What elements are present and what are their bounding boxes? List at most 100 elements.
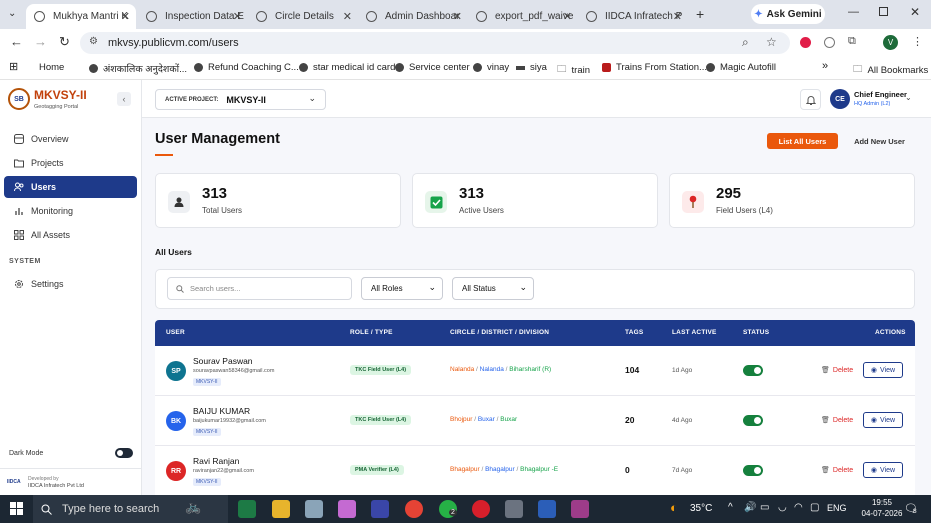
logo-subtitle: Geotagging Portal — [34, 104, 79, 110]
clock-date[interactable]: 04-07-2026 — [852, 509, 912, 518]
status-toggle[interactable] — [743, 415, 763, 426]
close-icon[interactable]: ✕ — [233, 10, 242, 23]
bookmark-item[interactable]: Home — [39, 62, 64, 73]
sidebar-item-settings[interactable]: Settings — [4, 273, 137, 295]
bookmark-item[interactable]: star medical id card — [299, 62, 395, 73]
user-card-icon — [168, 191, 190, 213]
wifi-icon[interactable]: ◠ — [794, 502, 803, 513]
excel-icon[interactable] — [238, 500, 256, 518]
user-name[interactable]: Chief Engineer — [854, 90, 907, 99]
settings-app-icon[interactable] — [505, 500, 523, 518]
notification-count-badge: 8 — [913, 508, 917, 515]
tab-circle-details[interactable]: Circle Details ✕ — [248, 4, 358, 29]
word-icon[interactable] — [538, 500, 556, 518]
all-bookmarks-button[interactable]: 🗀 All Bookmarks — [853, 62, 928, 78]
menu-kebab-icon[interactable]: ⋮ — [912, 35, 923, 48]
reload-icon[interactable]: ↻ — [59, 34, 70, 50]
sidebar-item-users[interactable]: Users — [4, 176, 137, 198]
bookmarks-overflow-icon[interactable]: » — [822, 60, 828, 72]
extensions-puzzle-icon[interactable]: ⧉ — [848, 35, 856, 48]
opera-icon[interactable] — [472, 500, 490, 518]
display-icon[interactable]: ▢ — [810, 502, 819, 513]
sidebar-item-overview[interactable]: Overview — [4, 128, 137, 150]
network-icon[interactable]: ◡ — [778, 502, 787, 513]
delete-button[interactable]: 🗑 Delete — [821, 366, 853, 375]
taskbar-search-box[interactable]: Type here to search 🚲 — [33, 495, 228, 523]
dark-mode-toggle[interactable] — [115, 448, 133, 458]
file-explorer-icon[interactable] — [272, 500, 290, 518]
tab-inspection-data[interactable]: Inspection Data E ✕ — [138, 4, 248, 29]
roles-filter-select[interactable]: All Roles ⌄ — [361, 277, 443, 300]
temperature-text[interactable]: 35°C — [690, 503, 712, 514]
language-indicator[interactable]: ENG — [827, 503, 847, 513]
users-icon — [14, 182, 24, 192]
close-icon[interactable]: ✕ — [673, 10, 682, 23]
eye-icon: ◉ — [870, 417, 878, 424]
delete-button[interactable]: 🗑 Delete — [821, 416, 853, 425]
view-button[interactable]: ◉ View — [863, 362, 903, 378]
new-tab-icon[interactable]: + — [696, 6, 704, 22]
sidebar-item-all-assets[interactable]: All Assets — [4, 224, 137, 246]
windows-start-icon[interactable] — [10, 502, 23, 515]
status-toggle[interactable] — [743, 365, 763, 376]
bookmark-item[interactable]: vinay — [473, 62, 509, 73]
chrome-icon[interactable] — [405, 500, 423, 518]
list-all-users-button[interactable]: List All Users — [767, 133, 838, 149]
tab-admin-dashboard[interactable]: Admin Dashboar ✕ — [358, 4, 468, 29]
apps-grid-icon[interactable]: ⊞ — [9, 60, 18, 73]
close-icon[interactable]: ✕ — [453, 10, 462, 23]
bookmark-item[interactable]: अंशकालिक अनुदेशकों... — [89, 62, 187, 75]
winrar-icon[interactable] — [571, 500, 589, 518]
bookmark-item[interactable]: siya — [516, 62, 547, 73]
forward-icon[interactable]: → — [34, 34, 47, 49]
bookmark-item[interactable]: Service center — [395, 62, 470, 73]
url-input[interactable]: ⚙ mkvsy.publicvm.com/users ⌕ ☆ — [80, 32, 790, 54]
globe-icon[interactable] — [824, 37, 835, 48]
battery-icon[interactable]: ▭ — [760, 502, 769, 513]
tray-chevron-icon[interactable]: ^ — [728, 502, 733, 513]
district-name: Buxar — [477, 416, 495, 423]
minimize-icon[interactable]: — — [848, 6, 859, 18]
site-settings-icon[interactable]: ⚙ — [89, 36, 98, 47]
search-input[interactable]: Search users... — [167, 277, 352, 300]
sidebar-item-monitoring[interactable]: Monitoring — [4, 200, 137, 222]
close-icon[interactable]: ✕ — [121, 10, 130, 23]
tab-export-pdf[interactable]: export_pdf_waive ✕ — [468, 4, 578, 29]
user-menu-chevron-icon[interactable]: ⌄ — [905, 93, 912, 102]
extension-shield-icon[interactable] — [800, 37, 811, 48]
delete-button[interactable]: 🗑 Delete — [821, 466, 853, 475]
copilot-icon[interactable] — [338, 500, 356, 518]
bookmark-folder[interactable]: 🗀 train — [557, 62, 590, 78]
whatsapp-icon[interactable]: 2 — [439, 500, 457, 518]
active-project-select[interactable]: ACTIVE PROJECT: MKVSY-II ⌄ — [155, 89, 326, 110]
clock-time[interactable]: 19:55 — [862, 498, 902, 507]
bookmark-item[interactable]: Trains From Station... — [602, 62, 707, 73]
collapse-sidebar-button[interactable]: ‹ — [117, 92, 131, 106]
tab-mukhya-mantri[interactable]: Mukhya Mantri K ✕ — [26, 4, 136, 29]
ask-gemini-button[interactable]: ✦ Ask Gemini — [751, 4, 825, 24]
view-button[interactable]: ◉ View — [863, 462, 903, 478]
restore-icon[interactable] — [879, 7, 888, 16]
tab-search-icon[interactable]: ⌄ — [8, 8, 16, 19]
app-q-icon[interactable] — [371, 500, 389, 518]
close-icon[interactable]: ✕ — [563, 10, 572, 23]
bookmark-item[interactable]: Refund Coaching C... — [194, 62, 299, 73]
close-icon[interactable]: ✕ — [343, 10, 352, 23]
bookmark-item[interactable]: Magic Autofill — [706, 62, 776, 73]
bookmark-star-icon[interactable]: ☆ — [766, 35, 777, 49]
status-toggle[interactable] — [743, 465, 763, 476]
window-close-icon[interactable]: ✕ — [910, 5, 920, 19]
status-filter-select[interactable]: All Status ⌄ — [452, 277, 534, 300]
zoom-icon[interactable]: ⌕ — [742, 35, 749, 50]
back-icon[interactable]: ← — [10, 34, 23, 49]
view-button[interactable]: ◉ View — [863, 412, 903, 428]
add-new-user-button[interactable]: Add New User — [844, 133, 915, 149]
tab-iidca-infratech[interactable]: IIDCA Infratech P ✕ — [578, 4, 688, 29]
profile-avatar[interactable]: V — [883, 35, 898, 50]
sidebar-item-projects[interactable]: Projects — [4, 152, 137, 174]
bookmark-favicon-icon — [602, 63, 611, 72]
notifications-button[interactable] — [800, 89, 821, 110]
user-avatar[interactable]: CE — [830, 89, 850, 109]
notes-app-icon[interactable] — [305, 500, 323, 518]
volume-icon[interactable]: 🔊 — [744, 502, 756, 513]
